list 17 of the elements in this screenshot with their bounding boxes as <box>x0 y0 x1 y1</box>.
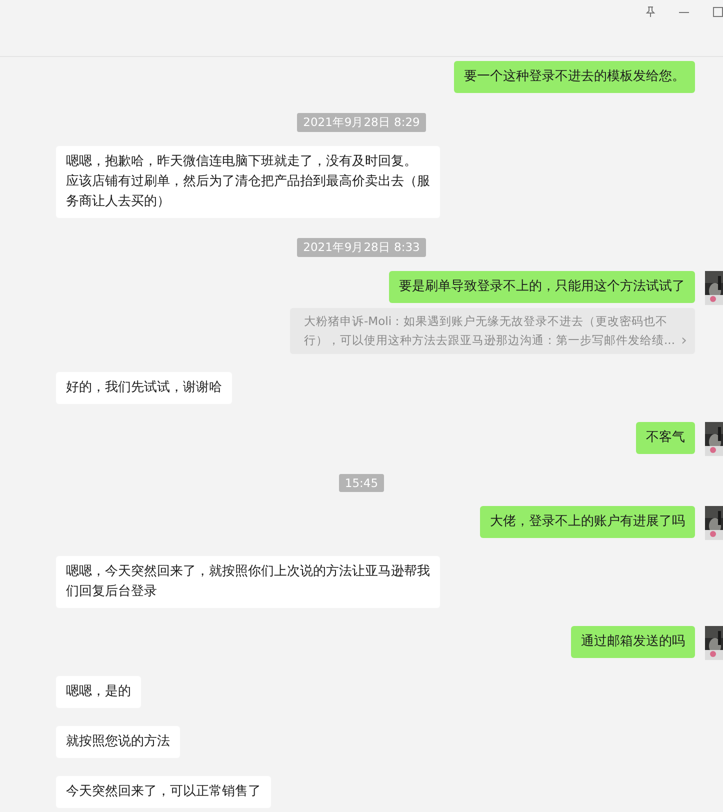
timestamp: 2021年9月28日 8:29 <box>297 113 426 132</box>
message-bubble: 通过邮箱发送的吗 <box>571 626 695 658</box>
message-bubble: 要一个这种登录不进去的模板发给您。 <box>454 61 695 93</box>
message-bubble: 要是刷单导致登录不上的，只能用这个方法试试了 <box>389 271 695 303</box>
quoted-message[interactable]: 大粉猪申诉-Moli：如果遇到账户无缘无故登录不进去（更改密码也不 行），可以使用这种方法去跟亚马逊那边沟通：第一步写邮件发给绩... › <box>290 308 695 354</box>
message-bubble: 嗯嗯，今天突然回来了，就按照你们上次说的方法让亚马逊帮我 们回复后台登录 <box>56 556 440 608</box>
maximize-icon[interactable] <box>713 6 723 18</box>
message-bubble: 好的，我们先试试，谢谢哈 <box>56 372 232 404</box>
timestamp: 15:45 <box>338 474 384 492</box>
message-bubble: 不客气 <box>636 422 695 454</box>
message-bubble: 大佬，登录不上的账户有进展了吗 <box>480 506 695 538</box>
message-bubble: 今天突然回来了，可以正常销售了 <box>56 776 271 808</box>
message-bubble: 就按照您说的方法 <box>56 726 180 758</box>
pin-icon[interactable] <box>645 6 656 18</box>
message-bubble: 嗯嗯，是的 <box>56 676 141 708</box>
timestamp: 2021年9月28日 8:33 <box>297 238 426 257</box>
message-bubble: 嗯嗯，抱歉哈，昨天微信连电脑下班就走了，没有及时回复。 应该店铺有过刷单，然后为了清仓把产品抬到最高价卖出去（服 务商让人去买的） <box>56 146 440 218</box>
